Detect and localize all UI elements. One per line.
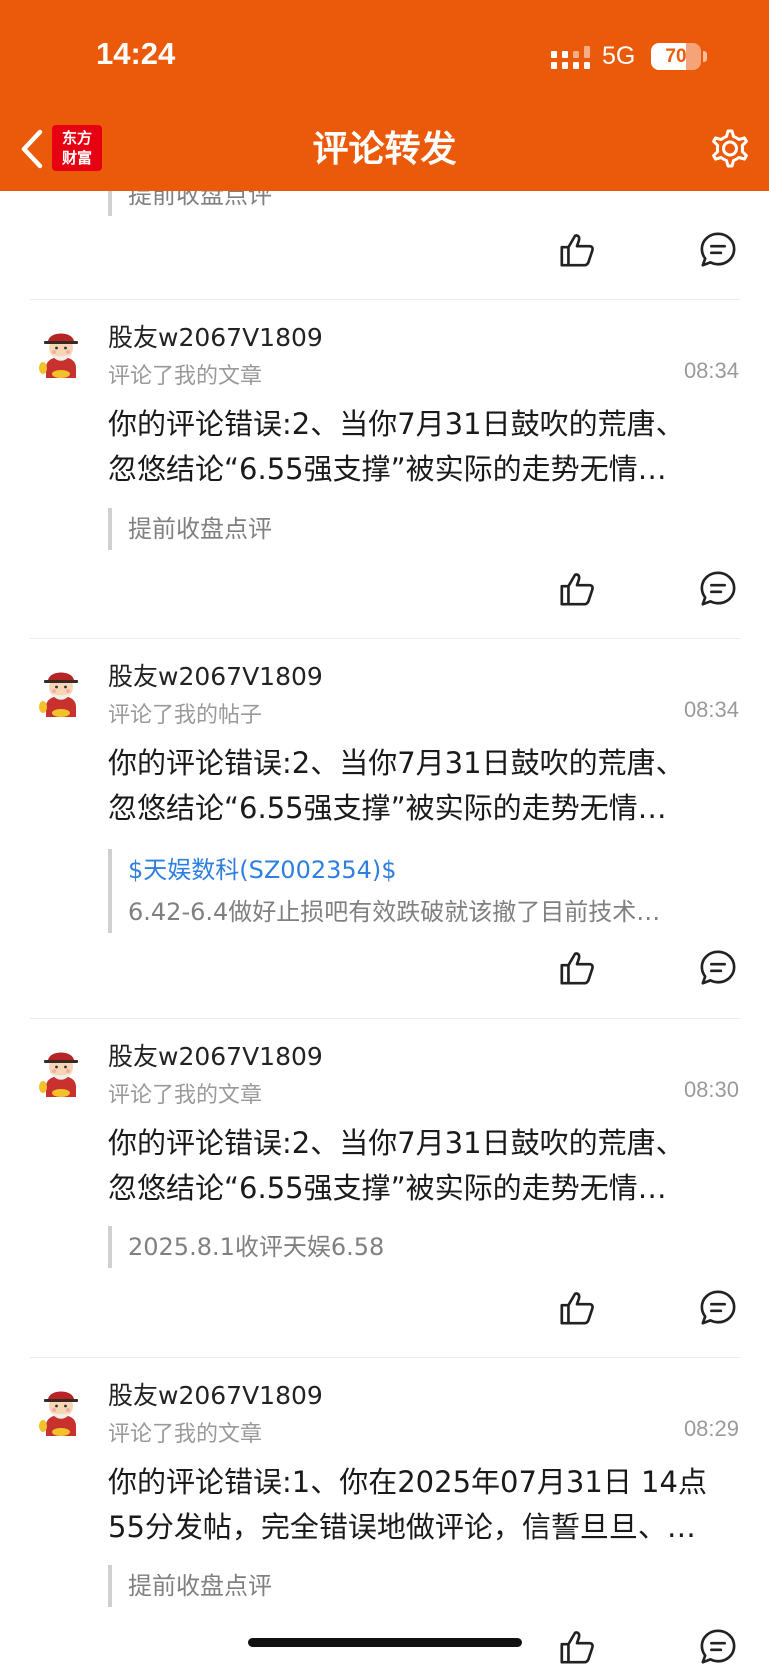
comment-content[interactable]: 你的评论错误:1、你在2025年07月31日 14点 55分发帖，完全错误地做评… [108,1460,728,1550]
network-label: 5G [602,42,636,70]
signal-icon [551,46,590,69]
stock-link[interactable]: $天娱数科(SZ002354)$ [128,849,738,891]
comment-icon[interactable] [699,949,737,987]
avatar[interactable] [36,667,86,719]
comment-line: 忽悠结论“6.55强支撑”被实际的走势无情… [108,791,667,825]
like-icon[interactable] [558,949,596,987]
divider [30,1357,740,1358]
quoted-post[interactable]: $天娱数科(SZ002354)$ 6.42-6.4做好止损吧有效跌破就该撤了目前… [108,849,738,933]
like-icon[interactable] [558,231,596,269]
comment-line: 你的评论错误:2、当你7月31日鼓吹的荒唐、 [108,1126,685,1160]
comment-icon[interactable] [699,1628,737,1665]
avatar[interactable] [36,328,86,380]
like-icon[interactable] [558,1289,596,1327]
quoted-post[interactable]: 提前收盘点评 [108,1565,738,1607]
comment-icon[interactable] [699,231,737,269]
action-text: 评论了我的文章 [108,1422,263,1447]
action-text: 评论了我的帖子 [108,703,263,728]
quoted-post-title: 提前收盘点评 [128,1572,272,1600]
like-icon[interactable] [558,570,596,608]
username[interactable]: 股友w2067V1809 [108,1376,323,1412]
home-indicator[interactable] [248,1638,522,1647]
comment-icon[interactable] [699,570,737,608]
battery-icon: 70 [651,43,701,70]
timestamp: 08:29 [683,1416,739,1441]
username[interactable]: 股友w2067V1809 [108,318,323,354]
username[interactable]: 股友w2067V1809 [108,1037,323,1073]
divider [30,1018,740,1019]
action-text: 评论了我的文章 [108,1083,263,1108]
timestamp: 08:30 [683,1077,739,1102]
like-icon[interactable] [558,1628,596,1665]
comment-line: 你的评论错误:2、当你7月31日鼓吹的荒唐、 [108,407,685,441]
action-text: 评论了我的文章 [108,364,263,389]
avatar[interactable] [36,1047,86,1099]
quoted-post-title: 提前收盘点评 [128,515,272,543]
comment-line: 你的评论错误:2、当你7月31日鼓吹的荒唐、 [108,746,685,780]
divider [30,299,740,300]
comment-content[interactable]: 你的评论错误:2、当你7月31日鼓吹的荒唐、 忽悠结论“6.55强支撑”被实际的… [108,741,728,831]
page-title: 评论转发 [312,129,457,170]
comment-content[interactable]: 你的评论错误:2、当你7月31日鼓吹的荒唐、 忽悠结论“6.55强支撑”被实际的… [108,402,728,492]
divider [30,638,740,639]
comment-line: 忽悠结论“6.55强支撑”被实际的走势无情… [108,1171,667,1205]
gear-icon[interactable] [706,124,754,172]
comment-line: 忽悠结论“6.55强支撑”被实际的走势无情… [108,452,667,486]
status-time: 14:24 [96,36,176,71]
comment-icon[interactable] [699,1289,737,1327]
username[interactable]: 股友w2067V1809 [108,657,323,693]
comment-line: 55分发帖，完全错误地做评论，信誓旦旦、… [108,1510,696,1544]
battery-level: 70 [665,46,687,67]
comment-content[interactable]: 你的评论错误:2、当你7月31日鼓吹的荒唐、 忽悠结论“6.55强支撑”被实际的… [108,1121,728,1211]
quoted-post[interactable]: 2025.8.1收评天娱6.58 [108,1226,738,1268]
quoted-post-text: 6.42-6.4做好止损吧有效跌破就该撤了目前技术… [128,898,661,926]
quoted-post-title: 2025.8.1收评天娱6.58 [128,1233,385,1261]
app-header: 14:24 5G 70 东方 财富 评论转发 [0,0,769,191]
timestamp: 08:34 [683,697,739,722]
timestamp: 08:34 [683,358,739,383]
avatar[interactable] [36,1386,86,1438]
battery-tip [703,51,707,62]
comment-line: 你的评论错误:1、你在2025年07月31日 14点 [108,1465,707,1499]
quoted-post[interactable]: 提前收盘点评 [108,508,738,550]
